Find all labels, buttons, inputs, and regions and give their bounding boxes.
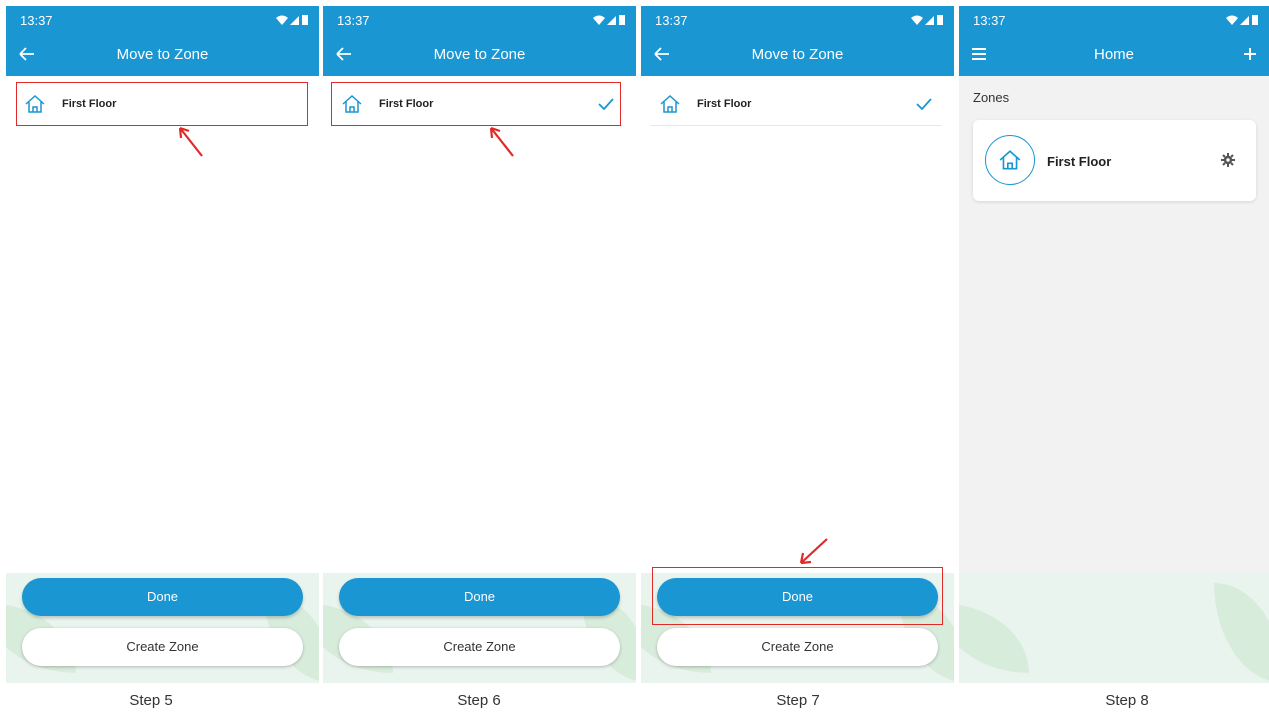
create-zone-button[interactable]: Create Zone — [657, 628, 938, 666]
gear-icon[interactable] — [1220, 152, 1236, 168]
zone-name: First Floor — [1047, 154, 1112, 169]
highlight-box — [652, 567, 943, 625]
status-bar: 13:37 — [959, 6, 1269, 32]
zone-list-item[interactable]: First Floor — [651, 84, 941, 126]
page-title: Move to Zone — [751, 46, 844, 63]
screen-step-7: 13:37 Move to Zone First Floor Done Crea… — [641, 6, 954, 683]
status-icons — [910, 14, 944, 26]
done-button[interactable]: Done — [339, 578, 620, 616]
screen-step-6: 13:37 Move to Zone First Floor Done Crea… — [323, 6, 636, 683]
app-bar: Move to Zone — [641, 32, 954, 76]
house-icon — [999, 150, 1021, 170]
step-label: Step 5 — [129, 692, 173, 709]
step-label: Step 6 — [457, 692, 501, 709]
pointer-arrow-icon — [178, 126, 203, 157]
zone-avatar — [985, 135, 1035, 185]
background-decoration — [959, 573, 1269, 683]
page-title: Home — [1093, 46, 1134, 63]
zone-name: First Floor — [697, 98, 752, 110]
app-bar: Move to Zone — [6, 32, 319, 76]
done-button[interactable]: Done — [22, 578, 303, 616]
step-label: Step 7 — [776, 692, 820, 709]
status-bar: 13:37 — [6, 6, 319, 32]
status-time: 13:37 — [337, 13, 370, 28]
app-bar: Home — [959, 32, 1269, 76]
house-icon — [659, 93, 681, 115]
page-title: Move to Zone — [116, 46, 209, 63]
create-zone-button[interactable]: Create Zone — [339, 628, 620, 666]
screen-step-8: 13:37 Home Zones First Floor — [959, 6, 1269, 683]
status-icons — [275, 14, 309, 26]
highlight-box — [331, 82, 621, 126]
pointer-arrow-icon — [489, 126, 514, 157]
app-bar: Move to Zone — [323, 32, 636, 76]
status-time: 13:37 — [655, 13, 688, 28]
pointer-arrow-icon — [799, 538, 828, 565]
zones-section-label: Zones — [973, 90, 1010, 105]
status-time: 13:37 — [973, 13, 1006, 28]
check-icon — [915, 96, 933, 112]
status-bar: 13:37 — [641, 6, 954, 32]
status-time: 13:37 — [20, 13, 53, 28]
highlight-box — [16, 82, 308, 126]
status-icons — [1225, 14, 1259, 26]
zone-card[interactable]: First Floor — [973, 120, 1256, 201]
status-icons — [592, 14, 626, 26]
page-title: Move to Zone — [433, 46, 526, 63]
status-bar: 13:37 — [323, 6, 636, 32]
create-zone-button[interactable]: Create Zone — [22, 628, 303, 666]
plus-icon[interactable] — [1239, 43, 1261, 65]
screen-step-5: 13:37 Move to Zone First Floor Done Crea… — [6, 6, 319, 683]
step-label: Step 8 — [1105, 692, 1149, 709]
